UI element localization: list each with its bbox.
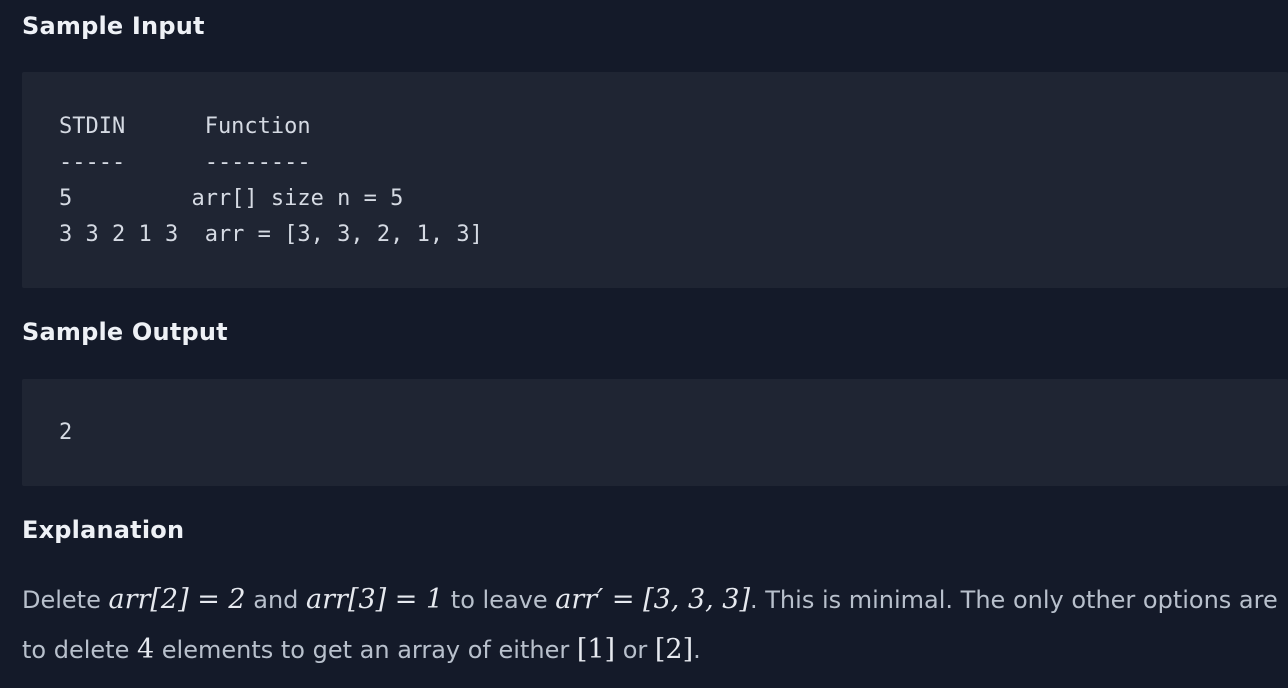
- text-segment: elements to get an array of either: [154, 636, 577, 664]
- sample-input-code-block: STDIN Function ----- -------- 5 arr[] si…: [22, 72, 1288, 288]
- code-line: 2: [59, 420, 73, 445]
- text-segment: Delete: [22, 586, 109, 614]
- code-line: 3 3 2 1 3 arr = [3, 3, 2, 1, 3]: [59, 222, 483, 247]
- sample-output-heading: Sample Output: [22, 318, 228, 346]
- text-segment: .: [693, 636, 701, 664]
- sample-output-code: 2: [59, 415, 72, 451]
- text-segment: to leave: [443, 586, 556, 614]
- text-segment: and: [245, 586, 307, 614]
- math-expression: arr[3] = 1: [306, 584, 444, 615]
- math-expression: [1]: [576, 634, 616, 665]
- explanation-text: Delete arr[2] = 2 and arr[3] = 1 to leav…: [22, 575, 1284, 675]
- code-line: 5 arr[] size n = 5: [59, 186, 404, 211]
- explanation-heading: Explanation: [22, 516, 185, 544]
- math-expression: arr[2] = 2: [108, 584, 246, 615]
- text-segment: or: [615, 636, 655, 664]
- sample-input-code: STDIN Function ----- -------- 5 arr[] si…: [59, 109, 483, 253]
- math-expression: arr′ = [3, 3, 3]: [555, 584, 751, 615]
- math-expression: [2]: [654, 634, 694, 665]
- sample-output-code-block: 2: [22, 379, 1288, 486]
- code-line: ----- --------: [59, 150, 311, 175]
- code-line: STDIN Function: [59, 114, 311, 139]
- problem-statement-panel: Sample Input STDIN Function ----- ------…: [0, 0, 1288, 688]
- sample-input-heading: Sample Input: [22, 12, 205, 40]
- math-expression: 4: [136, 634, 155, 665]
